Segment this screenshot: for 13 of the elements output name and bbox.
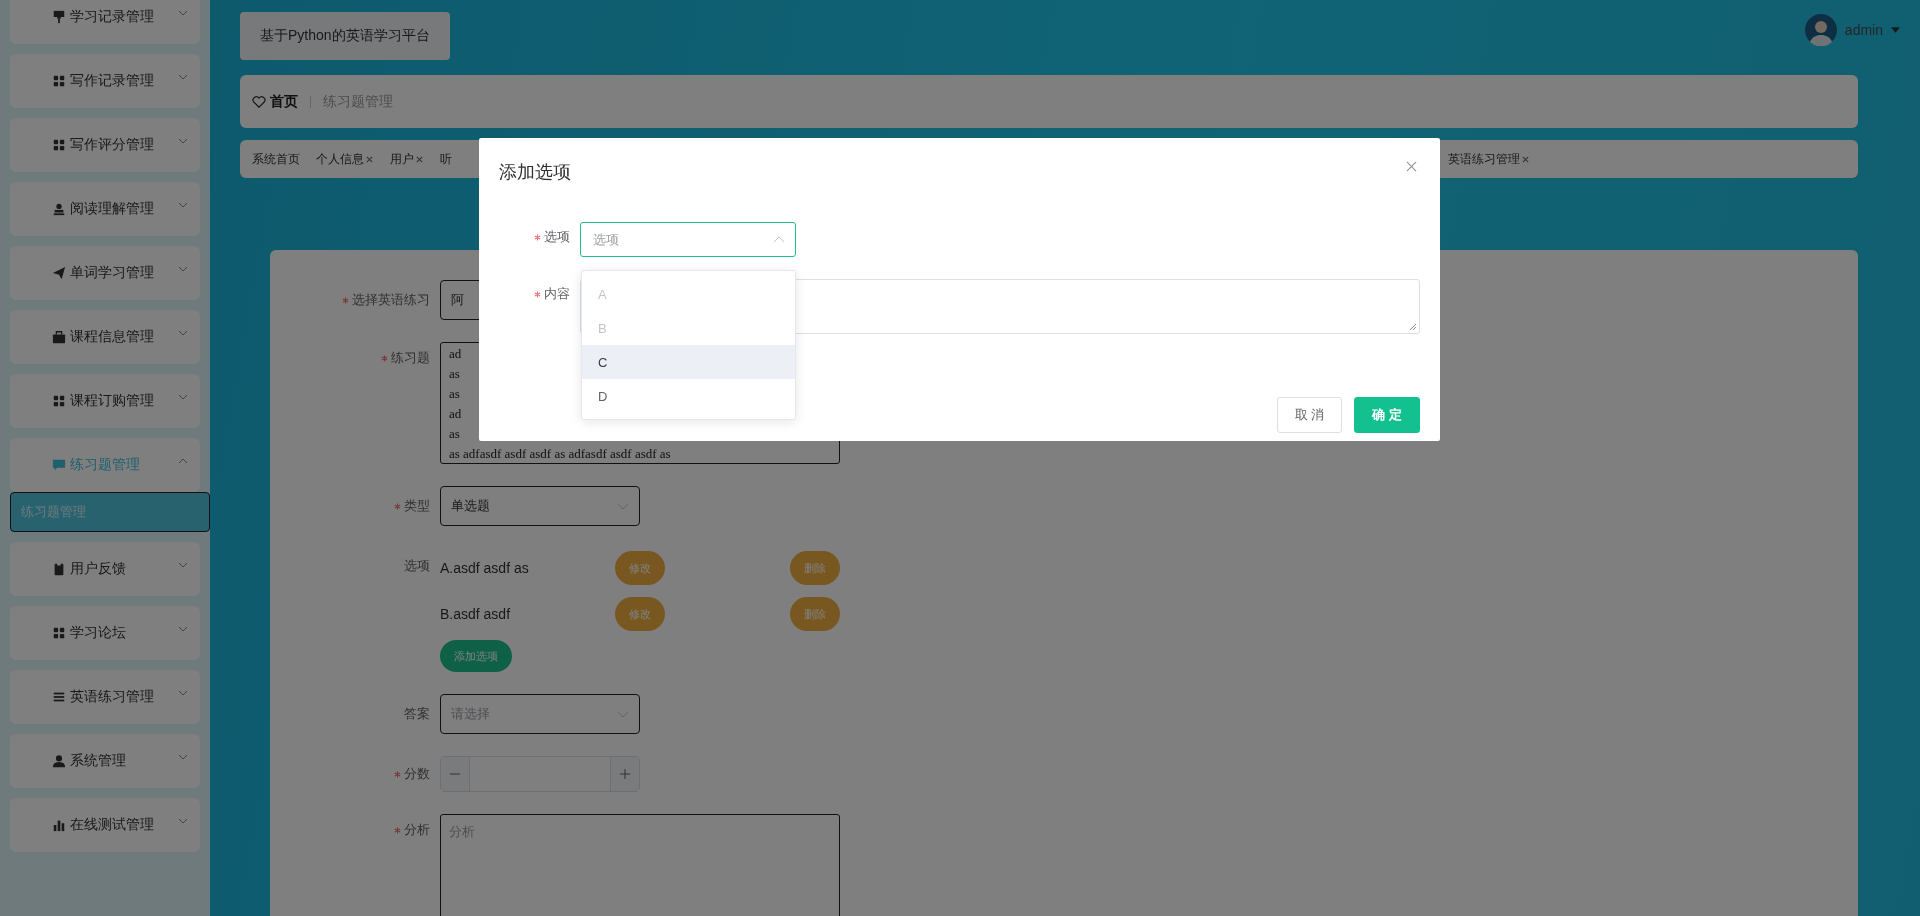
field-label: 内容 [544,285,570,303]
option-text: B.asdf asdf [440,606,512,622]
field-label: 类型 [404,497,430,515]
option-text: A.asdf asdf as [440,560,530,576]
dialog-title: 添加选项 [499,161,571,184]
field-label: 选择英语练习 [352,291,430,309]
field-label: 分数 [404,765,430,783]
field-label: 选项 [544,228,570,246]
field-label: 选项 [404,557,430,575]
field-label: 分析 [404,821,430,839]
field-label: 答案 [404,705,430,723]
app-title: 基于Python的英语学习平台 [240,12,450,60]
field-label: 练习题 [391,349,430,367]
